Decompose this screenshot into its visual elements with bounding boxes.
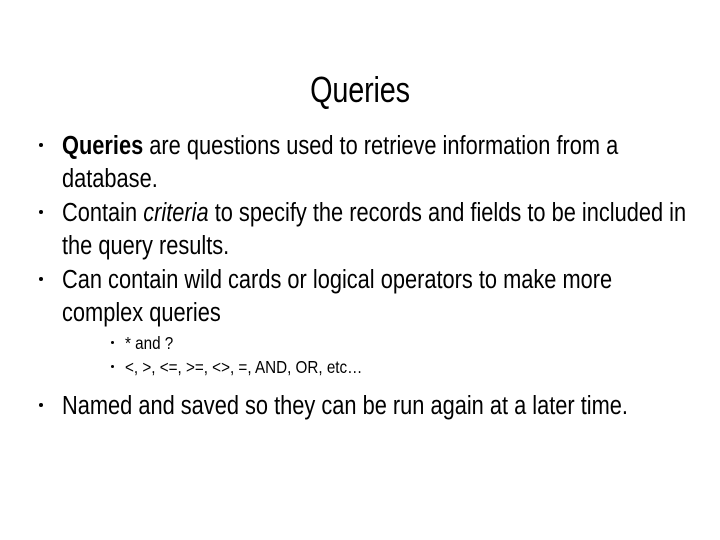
- sub-bullet-item-operators: <, >, <=, >=, <>, =, AND, OR, etc…: [110, 356, 686, 378]
- criteria-italic-word: criteria: [143, 199, 209, 227]
- bullet-dot-icon: [39, 277, 43, 281]
- bullet-item-named-saved: Named and saved so they can be run again…: [34, 390, 686, 423]
- bullet-text-named-saved: Named and saved so they can be run again…: [62, 392, 628, 420]
- sub-bullet-dot-icon: [111, 365, 114, 368]
- presentation-slide: Queries Queries are questions used to re…: [0, 0, 720, 540]
- bullet-text-wildcards: Can contain wild cards or logical operat…: [62, 266, 613, 327]
- sub-bullet-dot-icon: [111, 341, 114, 344]
- slide-body: Queries are questions used to retrieve i…: [34, 130, 686, 424]
- bullet-item-definition: Queries are questions used to retrieve i…: [34, 130, 686, 196]
- bullet-item-wildcards: Can contain wild cards or logical operat…: [34, 264, 686, 330]
- bullet-list: Queries are questions used to retrieve i…: [34, 130, 686, 423]
- bullet-dot-icon: [39, 143, 43, 147]
- slide-title: Queries: [310, 69, 410, 111]
- bullet-item-criteria: Contain criteria to specify the records …: [34, 197, 686, 263]
- bullet-text-criteria: Contain criteria to specify the records …: [62, 197, 686, 263]
- bullet-rest-text: are questions used to retrieve informati…: [62, 132, 619, 193]
- bullet-lead-bold: Queries: [62, 132, 144, 160]
- criteria-before-text: Contain: [62, 199, 144, 227]
- bullet-text-definition: Queries are questions used to retrieve i…: [62, 130, 686, 196]
- sub-bullet-text-operators: <, >, <=, >=, <>, =, AND, OR, etc…: [125, 357, 363, 377]
- bullet-dot-icon: [39, 403, 43, 407]
- bullet-dot-icon: [39, 210, 43, 214]
- sub-bullet-item-wildcard-chars: * and ?: [110, 332, 686, 354]
- sub-bullet-text-wildcard-chars: * and ?: [125, 333, 174, 353]
- sub-bullet-list: * and ? <, >, <=, >=, <>, =, AND, OR, et…: [34, 332, 686, 378]
